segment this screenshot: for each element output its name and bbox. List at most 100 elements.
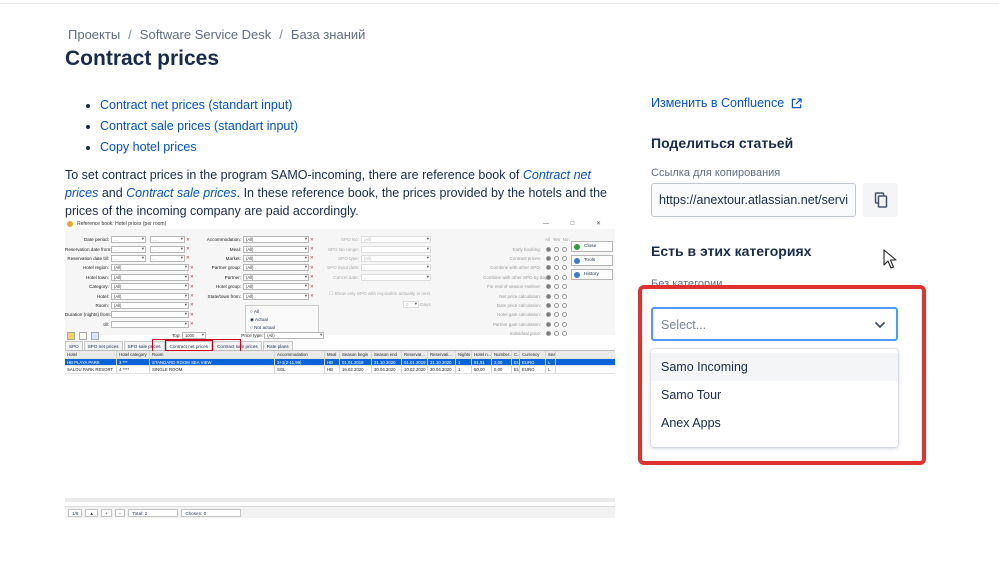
top-row: Top: 1000 Price type: (All) — [172, 332, 325, 339]
clear-icon: ✕ — [190, 283, 194, 289]
filter-row: State/town from:(All)✕ — [195, 291, 314, 300]
clear-icon: ✕ — [190, 293, 194, 299]
flag-label: For end of season Hotlexe: — [486, 284, 541, 290]
clear-icon: ✕ — [190, 274, 194, 280]
flag-radio — [546, 284, 551, 290]
flag-radio — [546, 321, 551, 327]
filter-value: (All) — [111, 292, 189, 300]
filter-label: Duration (nights) from: — [65, 312, 111, 318]
filter-row: Partner:(All)✕ — [195, 273, 314, 282]
link-contract-net-prices[interactable]: Contract net prices (standart input) — [100, 98, 292, 112]
grid-cell: 30.04.2020 — [372, 366, 402, 373]
filter-value: . . — [150, 236, 185, 244]
app-history-button: History — [571, 269, 613, 280]
grid-cell: HB PLAYA PARK — [65, 358, 117, 365]
grid-header-row: Hotel Hotel category Room Accommodation Meal… — [65, 351, 615, 359]
grid-cell: 4 **** — [117, 366, 150, 373]
list-item: Contract sale prices (standart input) — [100, 116, 298, 137]
radio-label: Actual — [255, 317, 268, 322]
link-copy-hotel-prices[interactable]: Copy hotel prices — [100, 140, 197, 154]
filter-row: Hotel town:(All)✕ — [65, 273, 194, 282]
grid-cell: HB — [325, 366, 340, 373]
clear-icon: ✕ — [190, 264, 194, 270]
grid-cell: 91,91 — [472, 358, 492, 365]
flag-row: Combine with other SPO: — [483, 263, 570, 272]
filter-label: Market: — [225, 255, 241, 261]
grid-cell: EUR — [514, 366, 520, 373]
filter-row: Hotel group:(All)✕ — [195, 282, 314, 291]
copy-link-button[interactable] — [863, 183, 898, 217]
filters-left: Date period:. .. .✕Reservation date from… — [65, 235, 194, 329]
check-icon — [574, 244, 580, 250]
app-filter-panel: Date period:. .. .✕Reservation date from… — [65, 229, 615, 337]
flag-row: Partner gain calculation: — [483, 320, 570, 329]
copy-link-field[interactable] — [651, 183, 856, 217]
flag-radio — [562, 302, 567, 308]
window-controls: — □ ✕ — [543, 221, 611, 227]
filter-label: Cancel date: — [333, 274, 359, 280]
flag-label: Contract prices: — [509, 255, 541, 261]
grid-cell: 1 — [456, 358, 472, 365]
filter-label: Partner: — [224, 274, 241, 280]
clear-icon: ✕ — [186, 236, 190, 242]
intro-link-contract-sale[interactable]: Contract sale prices — [126, 186, 236, 200]
grid-cell: 16.02.2020 — [340, 366, 372, 373]
top-input: 1000 — [181, 332, 206, 339]
flag-radio — [562, 265, 567, 271]
flag-radio — [562, 274, 567, 280]
flag-row: Combine with other SPO by day: — [483, 273, 570, 282]
filter-row: Hotel:(All)✕ — [65, 291, 194, 300]
nav-add-icon: + — [100, 508, 112, 517]
days-input: 0 — [403, 301, 419, 308]
flag-radio — [562, 321, 567, 327]
spo-checkbox-row: ☐ Show only SPO with expiration actualit… — [329, 291, 430, 297]
app-history-label: History — [584, 272, 599, 277]
filter-label: Reservation date from: — [65, 246, 112, 252]
price-type-label: Price type: — [241, 333, 263, 338]
app-statusbar: 1/6 ▲ + − Total: 2 Chosen: 0 — [65, 506, 615, 518]
flag-radio — [562, 255, 567, 261]
flag-radio — [546, 246, 551, 252]
filter-label: SPO type: — [338, 255, 359, 261]
app-window-title: Reference book: Hotel prices (per room) — [77, 221, 167, 227]
app-logo-icon — [67, 221, 73, 227]
price-type-select: (All) — [264, 332, 325, 339]
filter-value: . . — [111, 236, 146, 244]
filter-row: Reservation date from:. .. .✕ — [65, 244, 194, 253]
copy-link-label: Ссылка для копирования — [651, 167, 781, 179]
filter-row: Reservation date till:. .. .✕ — [65, 254, 194, 263]
flag-label: Partner gain calculation: — [492, 321, 541, 327]
actuality-radio-group: ○ All ◉ Actual ○ Not actual — [245, 305, 319, 333]
filter-row: Hotel region:(All)✕ — [65, 263, 194, 272]
breadcrumb-service-desk[interactable]: Software Service Desk — [140, 27, 272, 42]
external-link-icon — [791, 97, 802, 108]
share-article-title: Поделиться статьей — [651, 135, 794, 151]
copy-icon — [874, 192, 888, 208]
breadcrumb-knowledge-base[interactable]: База знаний — [291, 27, 366, 42]
clear-icon: ✕ — [310, 264, 314, 270]
mouse-cursor-icon — [883, 249, 897, 269]
clear-icon: ✕ — [310, 274, 314, 280]
grid-cell: 01.01.2019 — [340, 358, 372, 365]
app-titlebar: Reference book: Hotel prices (per room) … — [65, 219, 615, 229]
filter-value: (All) — [243, 254, 309, 262]
clear-icon: ✕ — [190, 302, 194, 308]
flag-radio — [554, 321, 559, 327]
filter-value: . . — [150, 245, 185, 253]
flag-radio — [546, 255, 551, 261]
flag-radio — [554, 274, 559, 280]
filter-row: Duration (nights) from: ✕ — [65, 310, 194, 319]
flags-header-row: All Yes No — [483, 235, 570, 244]
filter-value: (All) — [111, 283, 189, 291]
grid-cell: L — [546, 358, 556, 365]
grid-cell: EUR — [514, 358, 520, 365]
grid-header-cell: Number... — [494, 351, 512, 358]
annotation-red-frame — [638, 285, 926, 465]
flag-row: For end of season Hotlexe: — [483, 282, 570, 291]
edit-in-confluence-link[interactable]: Изменить в Confluence — [651, 96, 802, 110]
filter-row: Category:(All)✕ — [65, 282, 194, 291]
breadcrumb-projects[interactable]: Проекты — [68, 27, 120, 42]
link-contract-sale-prices[interactable]: Contract sale prices (standart input) — [100, 119, 298, 133]
filter-value: (All) — [243, 273, 309, 281]
flags-header-label: Yes — [552, 237, 561, 243]
